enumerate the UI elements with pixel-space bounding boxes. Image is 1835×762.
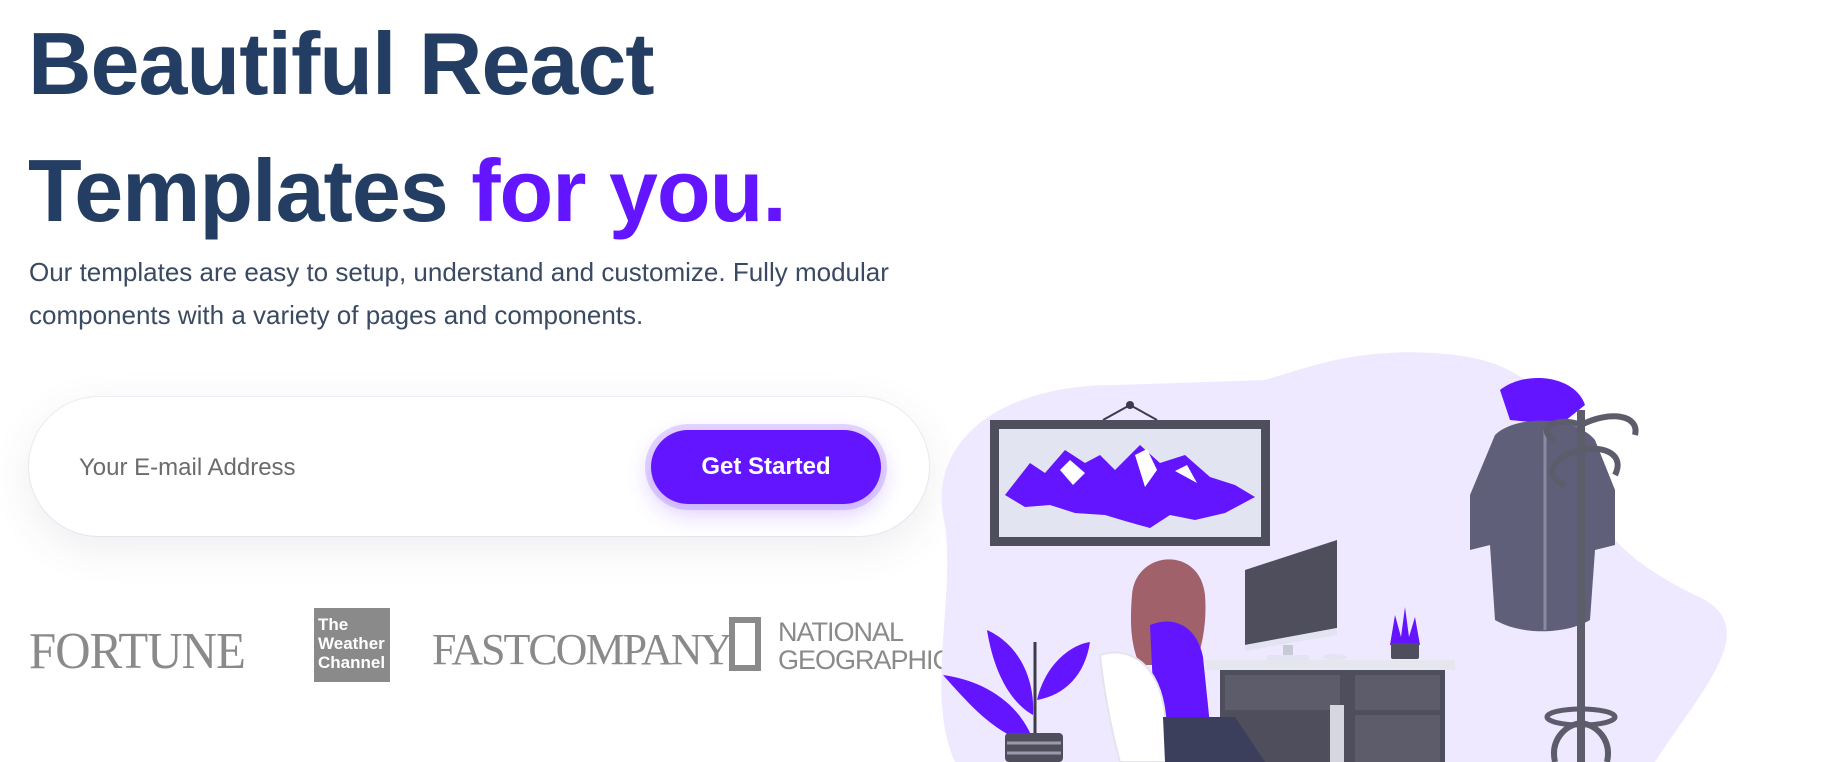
framed-mountain-picture-icon [990, 401, 1270, 546]
hero-title-line-1: Beautiful React [28, 14, 655, 113]
weather-logo-line-1: The [318, 615, 349, 634]
weather-logo-line-3: Channel [318, 653, 386, 672]
fortune-logo: FORTUNE [29, 623, 246, 680]
natgeo-line-2: GEOGRAPHIC [778, 645, 952, 675]
email-input[interactable] [77, 441, 621, 495]
hero-illustration [941, 352, 1727, 762]
weather-logo-line-2: Weather [318, 634, 385, 653]
hero-title-plain: Templates [28, 141, 449, 240]
weather-channel-logo: The Weather Channel [314, 608, 390, 682]
natgeo-wordmark: NATIONAL GEOGRAPHIC [778, 617, 952, 675]
hero-description: Our templates are easy to setup, underst… [29, 257, 889, 330]
fast-company-logo: FASTCOMPANY [432, 625, 732, 674]
natgeo-line-1: NATIONAL [778, 617, 904, 647]
natgeo-frame-icon [729, 617, 761, 671]
national-geographic-logo: NATIONAL GEOGRAPHIC [729, 617, 969, 677]
hero-title-accent: for you. [471, 141, 787, 240]
get-started-button[interactable]: Get Started [651, 430, 881, 504]
email-signup-form: Get Started [29, 397, 929, 536]
hero-title: Beautiful React Templates for you. [28, 0, 787, 254]
hero-title-line-2: Templates for you. [28, 127, 787, 254]
